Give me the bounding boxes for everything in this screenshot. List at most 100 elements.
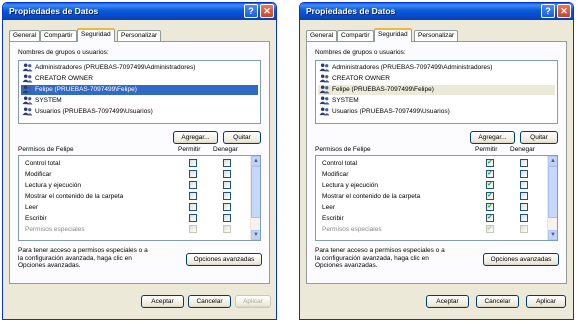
table-row: Mostrar el contenido de la carpeta ✓ xyxy=(322,191,544,202)
allow-checkbox[interactable] xyxy=(189,181,197,189)
apply-button[interactable]: Aplicar xyxy=(235,295,271,308)
permission-name: Control total xyxy=(322,160,358,167)
list-item-selected[interactable]: Felipe (PRUEBAS-7097499\Felipe) xyxy=(318,85,555,95)
advanced-options-button[interactable]: Opciones avanzadas xyxy=(186,253,262,266)
scroll-thumb[interactable] xyxy=(548,166,557,218)
list-item[interactable]: Administradores (PRUEBAS-7097499\Adminis… xyxy=(318,63,555,73)
users-icon xyxy=(22,63,33,72)
deny-header: Denegar xyxy=(510,146,535,153)
tab-compartir[interactable]: Compartir xyxy=(337,30,374,41)
tab-compartir[interactable]: Compartir xyxy=(40,30,77,41)
tab-general[interactable]: General xyxy=(9,30,41,41)
deny-checkbox[interactable] xyxy=(223,225,231,233)
deny-checkbox[interactable] xyxy=(223,170,231,178)
allow-checkbox[interactable] xyxy=(189,203,197,211)
list-item[interactable]: Usuarios (PRUEBAS-7097499\Usuarios) xyxy=(318,107,555,117)
scroll-up-button[interactable]: ▲ xyxy=(251,156,260,166)
list-item-selected[interactable]: Felipe (PRUEBAS-7097499\Felipe) xyxy=(21,85,258,95)
vertical-scrollbar[interactable]: ▲ ▼ xyxy=(250,156,260,240)
deny-checkbox[interactable] xyxy=(223,192,231,200)
list-item[interactable]: SYSTEM xyxy=(21,96,258,106)
cancel-button[interactable]: Cancelar xyxy=(476,295,519,308)
close-button[interactable]: ✕ xyxy=(557,4,571,18)
table-row: Control total xyxy=(25,158,247,169)
deny-checkbox[interactable] xyxy=(520,170,528,178)
list-item[interactable]: Usuarios (PRUEBAS-7097499\Usuarios) xyxy=(21,107,258,117)
list-item[interactable]: SYSTEM xyxy=(318,96,555,106)
allow-checkbox[interactable]: ✓ xyxy=(486,159,494,167)
table-row: Leer xyxy=(25,202,247,213)
ok-button[interactable]: Aceptar xyxy=(141,295,184,308)
chevron-up-icon: ▲ xyxy=(253,158,259,164)
allow-checkbox[interactable]: ✓ xyxy=(486,214,494,222)
list-item[interactable]: Administradores (PRUEBAS-7097499\Adminis… xyxy=(21,63,258,73)
close-button[interactable]: ✕ xyxy=(260,4,274,18)
table-row: Permisos especiales xyxy=(25,224,247,235)
add-button[interactable]: Agregar... xyxy=(173,131,218,144)
deny-checkbox[interactable] xyxy=(520,214,528,222)
advanced-help-text: Para tener acceso a permisos especiales … xyxy=(18,247,148,269)
properties-dialog-right: Propiedades de Datos ? ✕ General Compart… xyxy=(299,2,574,320)
allow-checkbox[interactable] xyxy=(189,214,197,222)
cancel-button[interactable]: Cancelar xyxy=(188,295,231,308)
deny-checkbox[interactable] xyxy=(520,181,528,189)
close-icon: ✕ xyxy=(263,6,271,16)
title-bar: Propiedades de Datos ? ✕ xyxy=(300,3,573,20)
user-name: Usuarios (PRUEBAS-7097499\Usuarios) xyxy=(35,108,153,116)
help-button[interactable]: ? xyxy=(541,4,555,18)
tab-general[interactable]: General xyxy=(306,30,338,41)
tab-seguridad[interactable]: Seguridad xyxy=(374,28,412,42)
user-name: CREATOR OWNER xyxy=(35,75,93,83)
deny-checkbox[interactable] xyxy=(223,181,231,189)
list-item[interactable]: CREATOR OWNER xyxy=(21,74,258,84)
allow-checkbox[interactable]: ✓ xyxy=(486,170,494,178)
permissions-label: Permisos de Felipe xyxy=(18,146,74,153)
scroll-thumb[interactable] xyxy=(251,166,260,218)
users-icon xyxy=(22,107,33,116)
scroll-up-button[interactable]: ▲ xyxy=(548,156,557,166)
users-list: Administradores (PRUEBAS-7097499\Adminis… xyxy=(315,60,558,124)
table-row: Lectura y ejecución ✓ xyxy=(322,180,544,191)
allow-checkbox[interactable] xyxy=(189,170,197,178)
list-item[interactable]: CREATOR OWNER xyxy=(318,74,555,84)
deny-checkbox[interactable] xyxy=(520,203,528,211)
table-row: Modificar xyxy=(25,169,247,180)
remove-button[interactable]: Quitar xyxy=(520,131,558,144)
deny-checkbox[interactable] xyxy=(223,159,231,167)
remove-button[interactable]: Quitar xyxy=(223,131,261,144)
permission-name: Control total xyxy=(25,160,61,167)
scroll-down-button[interactable]: ▼ xyxy=(548,230,557,240)
allow-checkbox[interactable] xyxy=(189,225,197,233)
deny-checkbox[interactable] xyxy=(223,214,231,222)
scroll-down-button[interactable]: ▼ xyxy=(251,230,260,240)
users-icon xyxy=(319,74,330,83)
allow-checkbox[interactable]: ✓ xyxy=(486,181,494,189)
permission-name: Lectura y ejecución xyxy=(322,182,379,189)
tab-personalizar[interactable]: Personalizar xyxy=(117,30,162,41)
user-name: Administradores (PRUEBAS-7097499\Adminis… xyxy=(35,64,196,72)
allow-checkbox[interactable]: ✓ xyxy=(486,192,494,200)
tab-personalizar[interactable]: Personalizar xyxy=(414,30,459,41)
permission-name: Lectura y ejecución xyxy=(25,182,82,189)
allow-checkbox[interactable]: ✓ xyxy=(486,225,494,233)
allow-checkbox[interactable] xyxy=(189,159,197,167)
permission-name: Modificar xyxy=(322,171,349,178)
deny-checkbox[interactable] xyxy=(520,159,528,167)
help-button[interactable]: ? xyxy=(244,4,258,18)
vertical-scrollbar[interactable]: ▲ ▼ xyxy=(547,156,557,240)
deny-checkbox[interactable] xyxy=(520,192,528,200)
chevron-down-icon: ▼ xyxy=(550,232,556,238)
permission-name: Escribir xyxy=(25,215,47,222)
ok-button[interactable]: Aceptar xyxy=(426,295,469,308)
add-button[interactable]: Agregar... xyxy=(470,131,515,144)
apply-button[interactable]: Aplicar xyxy=(526,295,566,308)
users-icon xyxy=(319,96,330,105)
dialog-title: Propiedades de Datos xyxy=(9,6,99,16)
allow-checkbox[interactable] xyxy=(189,192,197,200)
deny-checkbox[interactable] xyxy=(223,203,231,211)
deny-checkbox[interactable] xyxy=(520,225,528,233)
allow-header: Permitir xyxy=(475,146,498,153)
advanced-options-button[interactable]: Opciones avanzadas xyxy=(483,253,559,266)
tab-seguridad[interactable]: Seguridad xyxy=(77,28,115,42)
allow-checkbox[interactable]: ✓ xyxy=(486,203,494,211)
